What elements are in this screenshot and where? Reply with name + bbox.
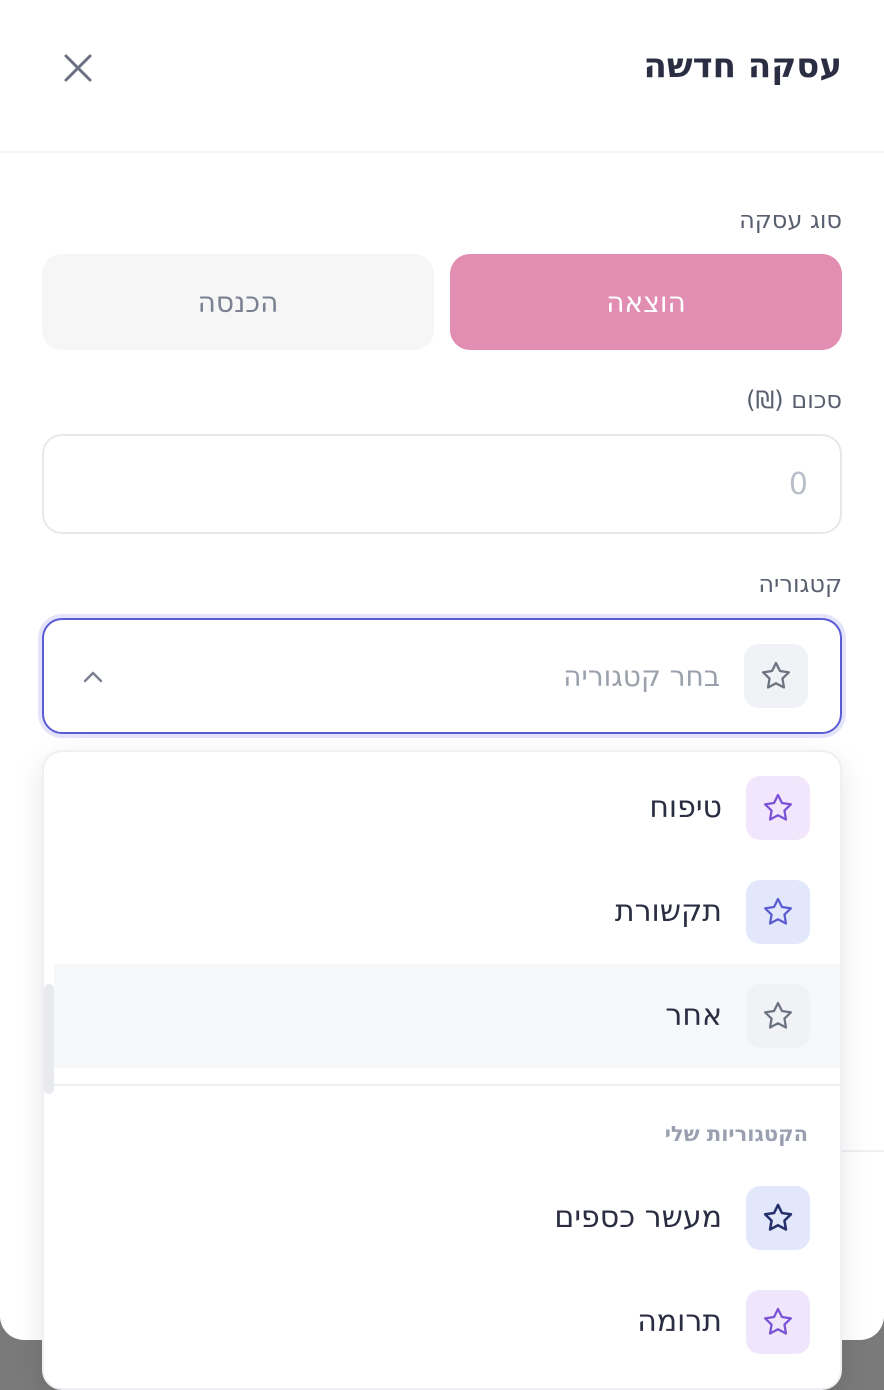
my-categories-heading: הקטגוריות שלי — [664, 1122, 808, 1146]
option-icon-box — [746, 1290, 810, 1354]
star-icon — [763, 793, 793, 821]
category-dropdown: טיפוח תקשורת אחר הקטגוריות שלי מעשר כספי… — [42, 750, 842, 1390]
option-icon-box — [746, 880, 810, 944]
star-icon — [763, 1307, 793, 1335]
section-divider — [54, 1084, 840, 1086]
category-option-other[interactable]: אחר — [54, 964, 840, 1068]
option-label: אחר — [665, 998, 722, 1033]
category-option-donation[interactable]: תרומה — [54, 1270, 840, 1374]
category-select[interactable]: בחר קטגוריה — [42, 618, 842, 734]
close-icon — [64, 54, 92, 82]
star-icon — [763, 1001, 793, 1029]
sheet-header: עסקה חדשה — [0, 0, 884, 153]
amount-label: סכום (₪) — [746, 386, 842, 414]
option-icon-box — [746, 984, 810, 1048]
category-placeholder-text: בחר קטגוריה — [563, 660, 720, 693]
option-label: מעשר כספים — [554, 1200, 722, 1235]
expense-toggle-button[interactable]: הוצאה — [450, 254, 842, 350]
category-option-communication[interactable]: תקשורת — [54, 860, 840, 964]
chevron-up-icon — [83, 671, 103, 683]
star-icon — [763, 897, 793, 925]
close-button[interactable] — [58, 48, 98, 88]
option-icon-box — [746, 1186, 810, 1250]
page-title: עסקה חדשה — [643, 46, 842, 86]
option-label: טיפוח — [649, 790, 722, 825]
scrollbar-thumb[interactable] — [44, 984, 54, 1094]
category-placeholder-icon-box — [744, 644, 808, 708]
amount-input[interactable] — [42, 434, 842, 534]
transaction-type-label: סוג עסקה — [739, 206, 842, 234]
category-option-tithe[interactable]: מעשר כספים — [54, 1166, 840, 1270]
category-label: קטגוריה — [758, 570, 842, 598]
footer-divider — [842, 1150, 884, 1152]
option-icon-box — [746, 776, 810, 840]
category-option-grooming[interactable]: טיפוח — [54, 756, 840, 860]
star-icon — [761, 661, 791, 689]
income-toggle-button[interactable]: הכנסה — [42, 254, 434, 350]
star-icon — [763, 1203, 793, 1231]
option-label: תקשורת — [614, 894, 722, 929]
option-label: תרומה — [637, 1304, 722, 1339]
